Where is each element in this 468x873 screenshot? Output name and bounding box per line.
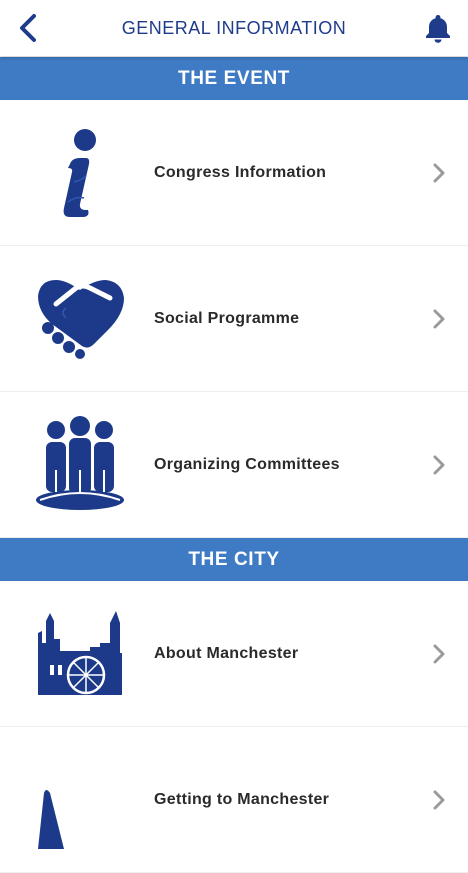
list-item-social-programme[interactable]: Social Programme <box>0 246 468 392</box>
chevron-right-icon <box>433 163 445 183</box>
list-item-label: About Manchester <box>154 644 299 662</box>
list-item-organizing-committees[interactable]: Organizing Committees <box>0 392 468 538</box>
section-header-city: THE CITY <box>0 538 468 581</box>
section-header-event: THE EVENT <box>0 57 468 100</box>
chevron-right-icon <box>433 790 445 810</box>
handshake-icon <box>38 280 124 359</box>
list-item-label: Organizing Committees <box>154 455 340 473</box>
list-item-about-manchester[interactable]: About Manchester <box>0 581 468 727</box>
chevron-right-icon <box>433 309 445 329</box>
list-item-label: Congress Information <box>154 163 327 181</box>
people-group-icon <box>36 416 124 510</box>
plane-icon <box>38 790 64 849</box>
bell-icon <box>426 15 450 43</box>
notifications-button[interactable] <box>420 10 456 46</box>
page-title: GENERAL INFORMATION <box>121 17 347 38</box>
city-skyline-icon <box>38 611 122 695</box>
list-item-getting-to-manchester[interactable]: Getting to Manchester <box>0 727 468 873</box>
app-header: GENERAL INFORMATION <box>0 0 468 56</box>
list-item-label: Social Programme <box>154 309 300 327</box>
chevron-right-icon <box>433 644 445 664</box>
info-icon <box>63 129 96 217</box>
list-item-congress-information[interactable]: Congress Information <box>0 100 468 246</box>
chevron-right-icon <box>433 455 445 475</box>
